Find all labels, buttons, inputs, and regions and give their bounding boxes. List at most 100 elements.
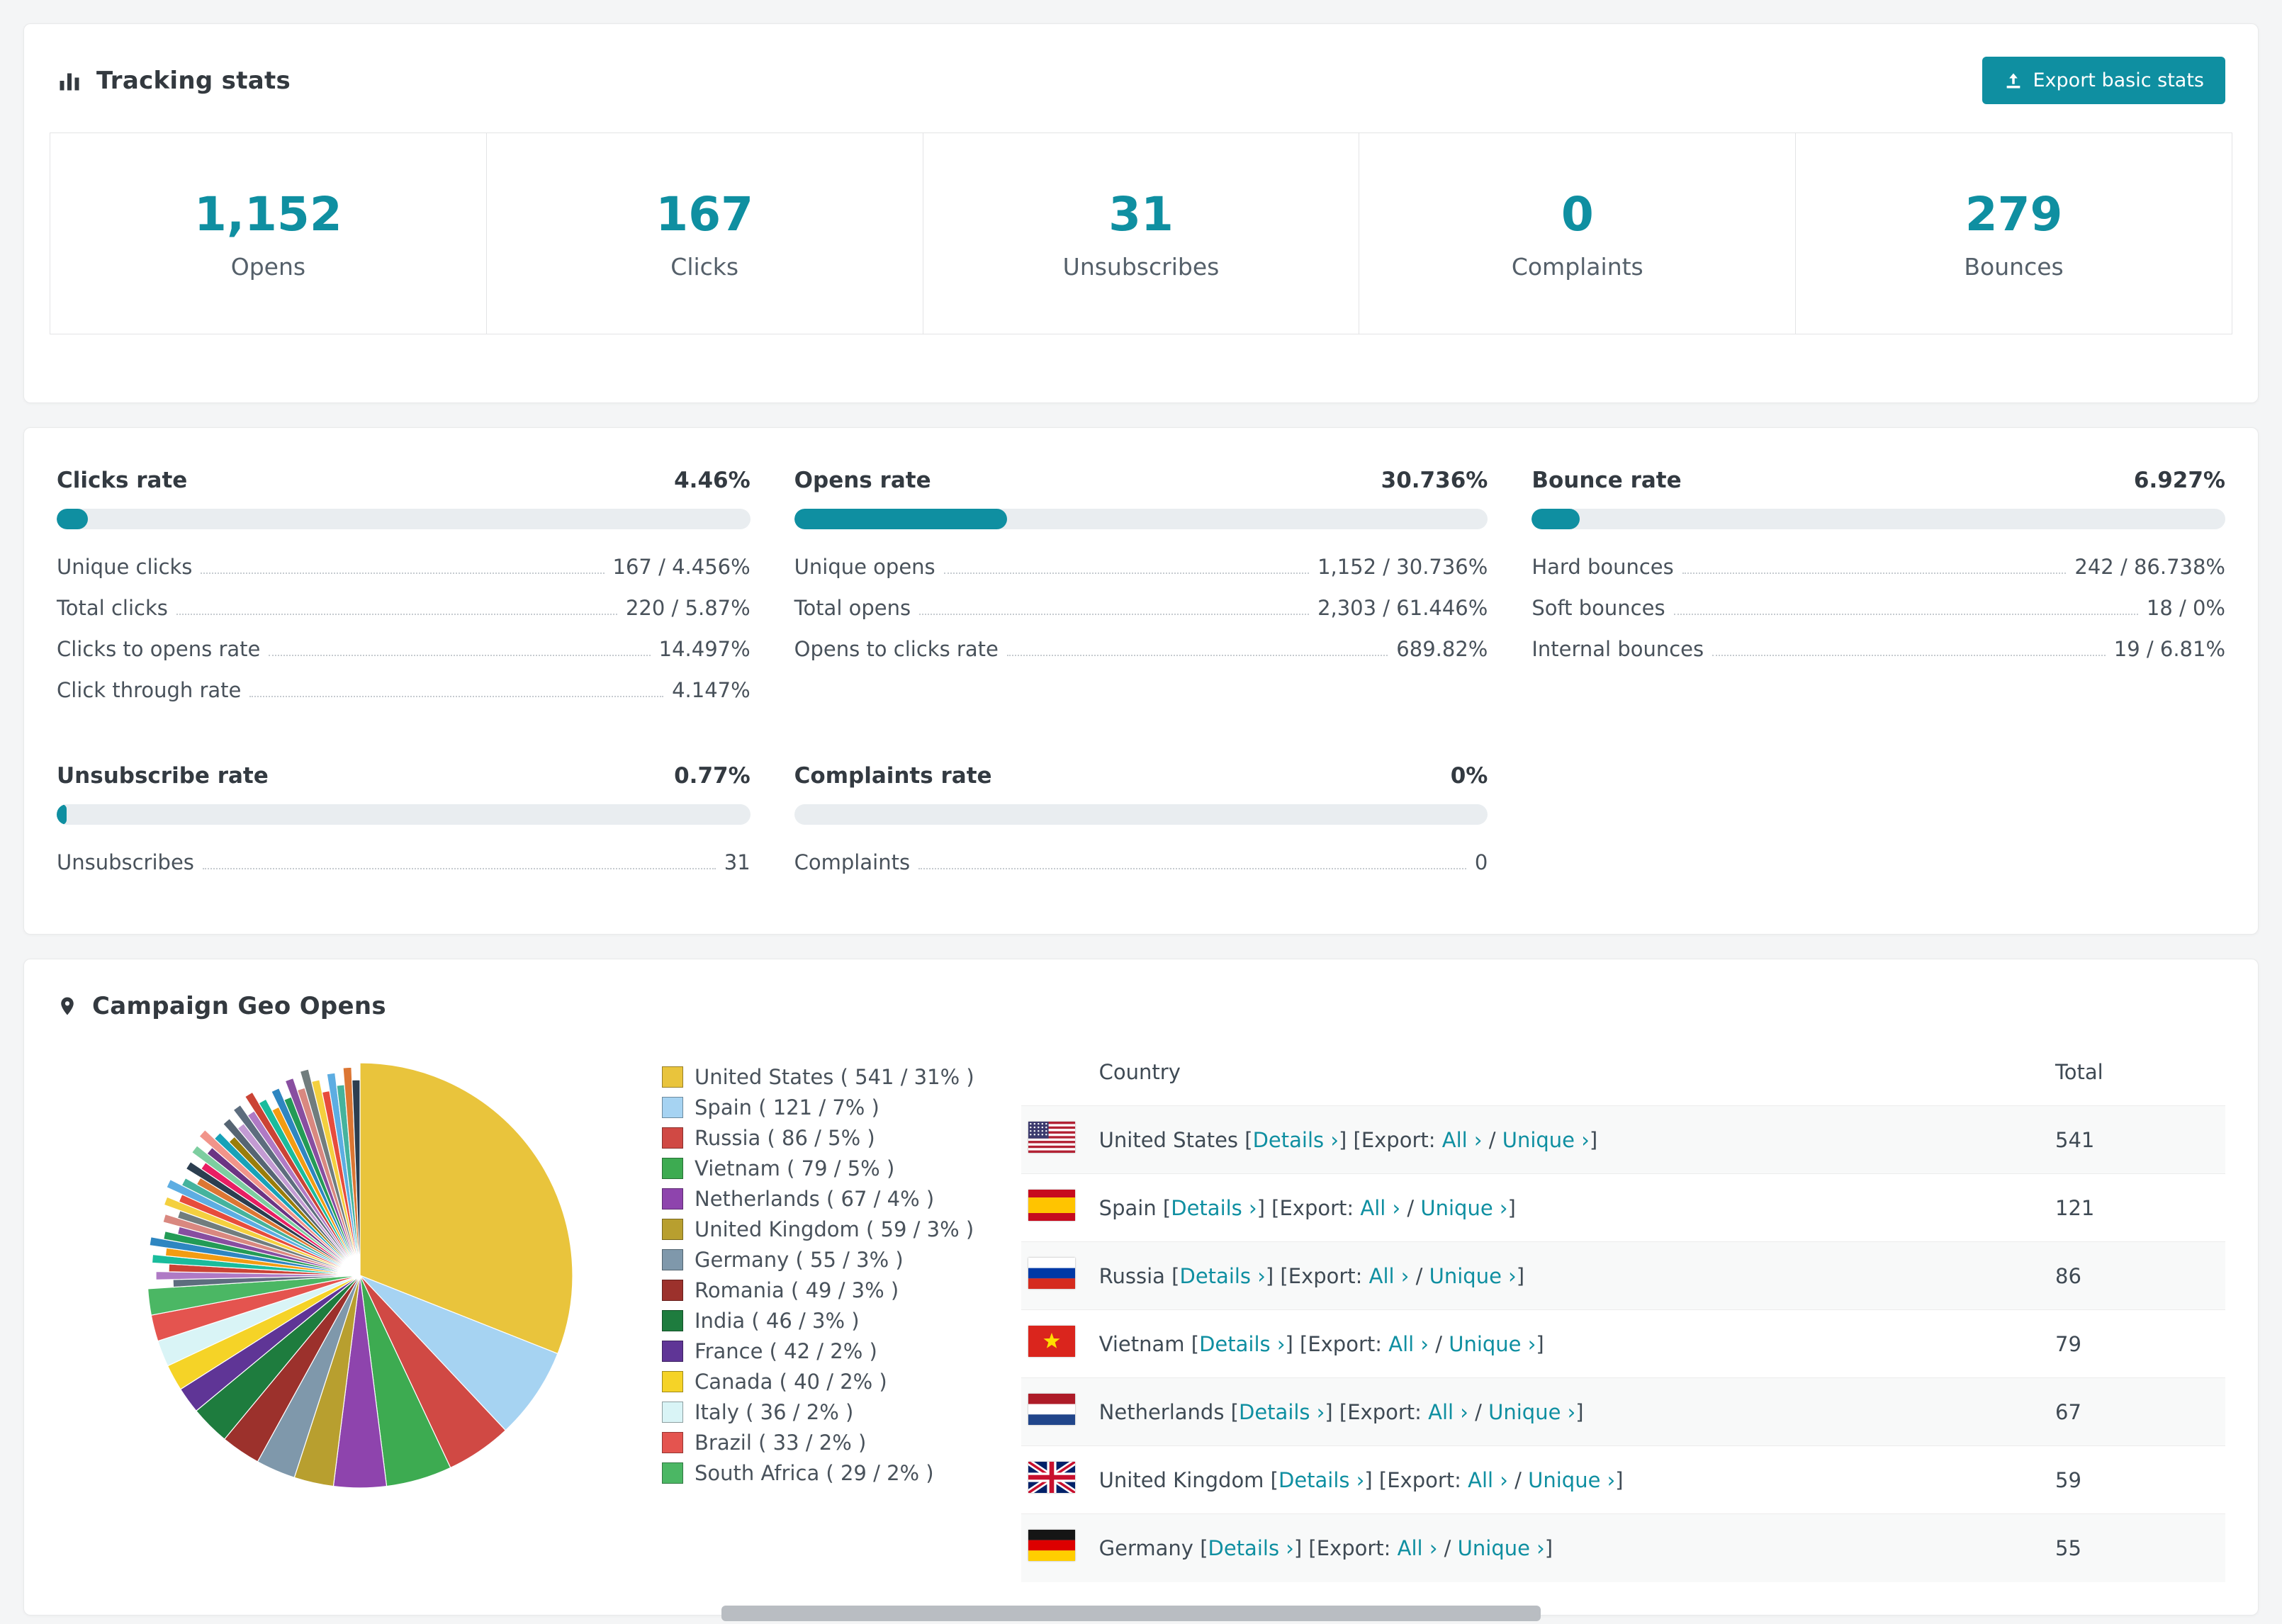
progress-fill (57, 804, 67, 825)
details-link[interactable]: Details › (1208, 1536, 1294, 1560)
legend-color-swatch (662, 1462, 683, 1484)
rate-block: Opens rate 30.736% Unique opens 1,152 / … (794, 468, 1488, 711)
separator: / (1468, 1399, 1489, 1424)
geo-title: Campaign Geo Opens (92, 992, 386, 1020)
rate-detail-value: 4.147% (672, 678, 751, 702)
legend-label: Spain ( 121 / 7% ) (695, 1095, 879, 1120)
horizontal-scrollbar-thumb[interactable] (721, 1606, 1541, 1621)
details-link[interactable]: Details › (1278, 1468, 1364, 1492)
progress-track (57, 509, 751, 529)
legend-item: Canada ( 40 / 2% ) (662, 1366, 974, 1397)
bar-chart-icon (57, 68, 82, 94)
export-unique-link[interactable]: Unique › (1429, 1264, 1517, 1288)
stat-box: 1,152 Opens (50, 132, 487, 334)
legend-color-swatch (662, 1188, 683, 1209)
rate-rows: Unique opens 1,152 / 30.736% Total opens… (794, 546, 1488, 670)
export-unique-link[interactable]: Unique › (1528, 1468, 1615, 1492)
rate-detail-value: 2,303 / 61.446% (1317, 596, 1488, 620)
nl-flag-icon (1028, 1394, 1075, 1425)
export-all-link[interactable]: All › (1468, 1468, 1508, 1492)
export-basic-stats-button[interactable]: Export basic stats (1982, 57, 2225, 104)
export-unique-link[interactable]: Unique › (1488, 1400, 1575, 1424)
legend-label: South Africa ( 29 / 2% ) (695, 1460, 934, 1485)
rate-head: Opens rate 30.736% (794, 468, 1488, 493)
export-all-link[interactable]: All › (1428, 1400, 1468, 1424)
bracket: [ (1200, 1535, 1208, 1560)
export-unique-link[interactable]: Unique › (1420, 1196, 1507, 1220)
country-total: 121 (2055, 1195, 2095, 1220)
separator: / (1429, 1331, 1449, 1356)
country-name: Vietnam (1098, 1331, 1191, 1356)
rate-detail-label: Clicks to opens rate (57, 637, 261, 661)
legend-item: South Africa ( 29 / 2% ) (662, 1457, 974, 1488)
progress-track (794, 509, 1488, 529)
export-button-label: Export basic stats (2033, 69, 2205, 91)
export-unique-link[interactable]: Unique › (1502, 1128, 1590, 1152)
rate-detail-row: Internal bounces 19 / 6.81% (1531, 628, 2225, 670)
rate-detail-label: Internal bounces (1531, 637, 1704, 661)
rate-rows: Unsubscribes 31 (57, 842, 751, 883)
export-word: Export: (1347, 1399, 1429, 1424)
legend-item: Netherlands ( 67 / 4% ) (662, 1183, 974, 1214)
geo-table-header-row: Country Total (1021, 1042, 2225, 1106)
rate-detail-label: Unique clicks (57, 555, 193, 579)
stat-box: 0 Complaints (1359, 132, 1797, 334)
dotted-leader (269, 655, 651, 656)
geo-table: Country Total United States [Details ›] … (1021, 1042, 2225, 1582)
stats-row: 1,152 Opens 167 Clicks 31 Unsubscribes 0… (50, 132, 2232, 334)
legend-label: India ( 46 / 3% ) (695, 1308, 860, 1333)
legend-label: Italy ( 36 / 2% ) (695, 1399, 854, 1424)
legend-label: United States ( 541 / 31% ) (695, 1064, 974, 1089)
details-link[interactable]: Details › (1171, 1196, 1257, 1220)
legend-color-swatch (662, 1157, 683, 1179)
pie-legend: United States ( 541 / 31% ) Spain ( 121 … (662, 1061, 974, 1488)
rate-detail-row: Click through rate 4.147% (57, 670, 751, 711)
legend-color-swatch (662, 1401, 683, 1423)
rate-block: Unsubscribe rate 0.77% Unsubscribes 31 (57, 763, 751, 883)
export-all-link[interactable]: All › (1442, 1128, 1483, 1152)
rate-title: Complaints rate (794, 763, 992, 789)
export-all-link[interactable]: All › (1360, 1196, 1400, 1220)
legend-color-swatch (662, 1340, 683, 1362)
rate-detail-row: Unsubscribes 31 (57, 842, 751, 883)
gb-flag-icon (1026, 1459, 1077, 1496)
bracket: ] (1536, 1331, 1544, 1356)
legend-label: Brazil ( 33 / 2% ) (695, 1430, 867, 1455)
legend-item: Spain ( 121 / 7% ) (662, 1092, 974, 1122)
export-icon (2003, 71, 2023, 91)
rate-detail-value: 19 / 6.81% (2113, 637, 2225, 661)
export-all-link[interactable]: All › (1388, 1332, 1429, 1356)
geo-table-row: Spain [Details ›] [Export: All › / Uniqu… (1021, 1173, 2225, 1242)
ru-flag-icon (1028, 1258, 1075, 1289)
export-unique-link[interactable]: Unique › (1458, 1536, 1545, 1560)
legend-color-swatch (662, 1218, 683, 1240)
export-all-link[interactable]: All › (1369, 1264, 1410, 1288)
legend-label: France ( 42 / 2% ) (695, 1338, 877, 1363)
legend-color-swatch (662, 1127, 683, 1149)
geo-table-row: United States [Details ›] [Export: All ›… (1021, 1105, 2225, 1174)
bracket: ] [ (1285, 1331, 1308, 1356)
export-unique-link[interactable]: Unique › (1449, 1332, 1536, 1356)
details-link[interactable]: Details › (1239, 1400, 1325, 1424)
rate-title: Clicks rate (57, 468, 188, 493)
rate-detail-value: 18 / 0% (2146, 596, 2225, 620)
details-link[interactable]: Details › (1253, 1128, 1339, 1152)
rate-value: 0.77% (674, 763, 751, 789)
geo-table-row: Russia [Details ›] [Export: All › / Uniq… (1021, 1241, 2225, 1310)
details-link[interactable]: Details › (1180, 1264, 1266, 1288)
progress-track (794, 804, 1488, 825)
dotted-leader (1673, 614, 2138, 615)
geo-table-row: United Kingdom [Details ›] [Export: All … (1021, 1445, 2225, 1514)
details-link[interactable]: Details › (1199, 1332, 1285, 1356)
dotted-leader (918, 868, 1466, 869)
separator: / (1400, 1195, 1421, 1220)
export-all-link[interactable]: All › (1398, 1536, 1438, 1560)
bracket: [ (1230, 1399, 1239, 1424)
dotted-leader (919, 614, 1310, 615)
stat-value: 31 (1108, 186, 1174, 242)
export-word: Export: (1387, 1467, 1468, 1492)
rate-detail-value: 14.497% (658, 637, 751, 661)
progress-fill (1531, 509, 1580, 529)
legend-item: United Kingdom ( 59 / 3% ) (662, 1214, 974, 1244)
rate-rows: Unique clicks 167 / 4.456% Total clicks … (57, 546, 751, 711)
